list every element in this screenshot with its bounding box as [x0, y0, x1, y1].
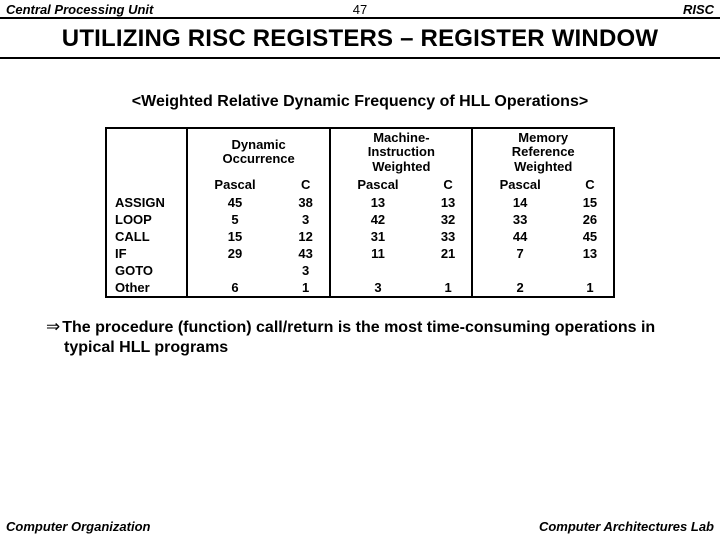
cell: 42	[330, 211, 424, 228]
header-bar: Central Processing Unit 47 RISC	[0, 0, 720, 19]
g2-line2: Instruction	[368, 144, 435, 159]
cell: 43	[282, 245, 330, 262]
cell: 33	[425, 228, 473, 245]
sub-c-2: C	[425, 176, 473, 194]
footer-left: Computer Organization	[6, 519, 150, 534]
page-title: UTILIZING RISC REGISTERS – REGISTER WIND…	[0, 19, 720, 59]
section-subtitle: <Weighted Relative Dynamic Frequency of …	[0, 93, 720, 111]
footer-bar: Computer Organization Computer Architect…	[0, 519, 720, 534]
cell: 13	[567, 245, 613, 262]
cell: 3	[282, 211, 330, 228]
cell: 44	[472, 228, 566, 245]
header-page: 47	[345, 2, 375, 17]
cell: 29	[187, 245, 282, 262]
arrow-icon: ⇒	[46, 317, 62, 336]
cell: 1	[425, 279, 473, 296]
cell: 14	[472, 194, 566, 211]
table-row: CALL 15 12 31 33 44 45	[107, 228, 613, 245]
cell: 5	[187, 211, 282, 228]
g2-line3: Weighted	[372, 159, 430, 174]
row-label: LOOP	[107, 211, 187, 228]
table-corner	[107, 129, 187, 194]
colgroup-machine: Machine- Instruction Weighted	[330, 129, 472, 176]
row-label: GOTO	[107, 262, 187, 279]
g3-line3: Weighted	[514, 159, 572, 174]
table-row: LOOP 5 3 42 32 33 26	[107, 211, 613, 228]
cell: 45	[567, 228, 613, 245]
frequency-table: Dynamic Occurrence Machine- Instruction …	[105, 127, 615, 298]
cell: 3	[330, 279, 424, 296]
cell: 32	[425, 211, 473, 228]
cell	[330, 262, 424, 279]
cell: 7	[472, 245, 566, 262]
cell: 21	[425, 245, 473, 262]
cell: 3	[282, 262, 330, 279]
row-label: ASSIGN	[107, 194, 187, 211]
cell: 6	[187, 279, 282, 296]
cell: 11	[330, 245, 424, 262]
cell: 33	[472, 211, 566, 228]
footer-right: Computer Architectures Lab	[539, 519, 714, 534]
cell: 1	[282, 279, 330, 296]
header-left: Central Processing Unit	[6, 2, 345, 17]
sub-pascal-2: Pascal	[330, 176, 424, 194]
g3-line2: Reference	[512, 144, 575, 159]
cell: 13	[330, 194, 424, 211]
cell: 26	[567, 211, 613, 228]
cell: 12	[282, 228, 330, 245]
table-row: IF 29 43 11 21 7 13	[107, 245, 613, 262]
cell: 31	[330, 228, 424, 245]
cell: 1	[567, 279, 613, 296]
sub-c-1: C	[282, 176, 330, 194]
g1-line2: Occurrence	[222, 151, 294, 166]
header-right: RISC	[375, 2, 714, 17]
cell	[425, 262, 473, 279]
row-label: IF	[107, 245, 187, 262]
cell	[472, 262, 566, 279]
cell: 15	[187, 228, 282, 245]
table-row: Other 6 1 3 1 2 1	[107, 279, 613, 296]
cell	[567, 262, 613, 279]
sub-pascal-1: Pascal	[187, 176, 282, 194]
g2-line1: Machine-	[373, 130, 429, 145]
row-label: CALL	[107, 228, 187, 245]
sub-c-3: C	[567, 176, 613, 194]
colgroup-dynamic: Dynamic Occurrence	[187, 129, 330, 176]
table-row: ASSIGN 45 38 13 13 14 15	[107, 194, 613, 211]
conclusion-text: The procedure (function) call/return is …	[62, 319, 655, 356]
row-label: Other	[107, 279, 187, 296]
cell: 38	[282, 194, 330, 211]
g3-line1: Memory	[518, 130, 568, 145]
cell: 45	[187, 194, 282, 211]
cell: 13	[425, 194, 473, 211]
g1-line1: Dynamic	[232, 137, 286, 152]
cell: 2	[472, 279, 566, 296]
conclusion-note: ⇒The procedure (function) call/return is…	[18, 316, 720, 358]
cell	[187, 262, 282, 279]
sub-pascal-3: Pascal	[472, 176, 566, 194]
table-row: GOTO 3	[107, 262, 613, 279]
cell: 15	[567, 194, 613, 211]
colgroup-memory: Memory Reference Weighted	[472, 129, 613, 176]
